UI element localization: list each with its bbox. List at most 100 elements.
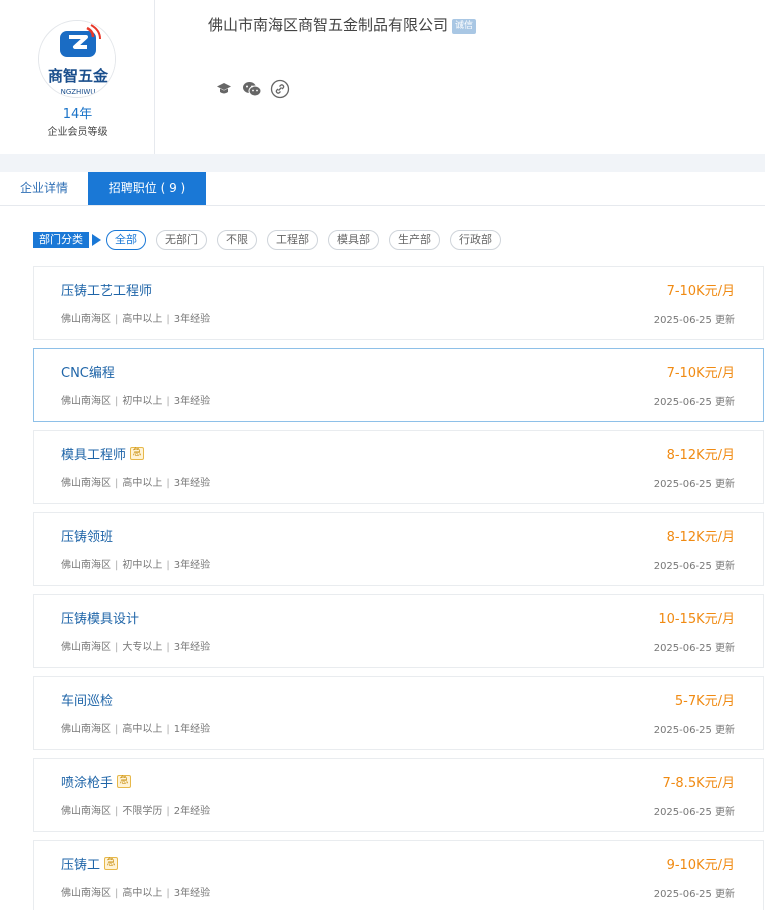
job-salary: 9-10K元/月 xyxy=(666,858,735,873)
job-salary: 7-10K元/月 xyxy=(666,366,735,381)
job-title[interactable]: CNC编程 xyxy=(61,362,115,381)
filter-chip-engineering[interactable]: 工程部 xyxy=(267,230,318,250)
job-location: 佛山南海区 xyxy=(61,478,111,489)
link-icon[interactable] xyxy=(270,79,290,99)
company-header: 商智五金 NGZHIWU 14年 企业会员等级 佛山市南海区商智五金制品有限公司… xyxy=(0,0,765,154)
job-education: 初中以上 xyxy=(122,560,163,571)
job-experience: 3年经验 xyxy=(173,396,211,407)
filter-chip-no-department[interactable]: 无部门 xyxy=(156,230,207,250)
urgent-tag: 急 xyxy=(130,447,145,460)
filter-label: 部门分类 xyxy=(33,232,89,248)
job-card[interactable]: 压铸领班 佛山南海区 | 初中以上 | 3年经验 8-12K元/月 2025-06-25… xyxy=(33,512,764,586)
meta-separator: | xyxy=(115,888,119,899)
job-education: 高中以上 xyxy=(122,724,163,735)
urgent-tag: 急 xyxy=(104,857,119,870)
job-experience: 3年经验 xyxy=(173,642,211,653)
job-title[interactable]: 压铸领班 xyxy=(61,526,113,545)
job-title-text: 压铸领班 xyxy=(61,530,114,545)
job-meta: 佛山南海区 | 不限学历 | 2年经验 xyxy=(61,802,210,817)
section-divider xyxy=(0,154,765,172)
job-salary: 5-7K元/月 xyxy=(674,694,735,709)
member-level-label: 企业会员等级 xyxy=(47,127,108,138)
job-experience: 3年经验 xyxy=(173,478,211,489)
job-title[interactable]: 压铸工艺工程师 xyxy=(61,280,152,299)
job-updated-date: 2025-06-25 更新 xyxy=(653,807,735,818)
urgent-tag: 急 xyxy=(117,775,132,788)
verified-badge: 诚信 xyxy=(452,19,477,34)
job-title[interactable]: 压铸模具设计 xyxy=(61,608,139,627)
social-links xyxy=(214,79,290,99)
job-updated-date: 2025-06-25 更新 xyxy=(653,643,735,654)
job-title[interactable]: 车间巡检 xyxy=(61,690,113,709)
job-education: 初中以上 xyxy=(122,396,163,407)
job-updated-date: 2025-06-25 更新 xyxy=(653,397,735,408)
meta-separator: | xyxy=(115,478,119,489)
meta-separator: | xyxy=(166,724,170,735)
job-card[interactable]: CNC编程 佛山南海区 | 初中以上 | 3年经验 7-10K元/月 2025-06-2… xyxy=(33,348,764,422)
job-location: 佛山南海区 xyxy=(61,314,111,325)
department-filter: 部门分类 全部 无部门 不限 工程部 模具部 生产部 行政部 xyxy=(33,230,511,250)
job-title-text: 模具工程师 xyxy=(61,448,127,463)
tab-job-openings[interactable]: 招聘职位 ( 9 ) xyxy=(88,172,206,205)
meta-separator: | xyxy=(115,642,119,653)
job-education: 高中以上 xyxy=(122,478,163,489)
filter-chip-production[interactable]: 生产部 xyxy=(389,230,440,250)
job-title-text: 压铸工 xyxy=(61,858,101,873)
job-updated-date: 2025-06-25 更新 xyxy=(653,725,735,736)
meta-separator: | xyxy=(166,314,170,325)
job-updated-date: 2025-06-25 更新 xyxy=(653,561,735,572)
job-meta: 佛山南海区 | 高中以上 | 3年经验 xyxy=(61,474,210,489)
job-experience: 3年经验 xyxy=(173,560,211,571)
job-education: 高中以上 xyxy=(122,314,163,325)
meta-separator: | xyxy=(166,642,170,653)
job-salary: 7-10K元/月 xyxy=(666,284,735,299)
job-location: 佛山南海区 xyxy=(61,560,111,571)
tab-bar: 企业详情 招聘职位 ( 9 ) xyxy=(0,172,765,206)
job-updated-date: 2025-06-25 更新 xyxy=(653,479,735,490)
job-title[interactable]: 模具工程师急 xyxy=(61,444,145,463)
job-card[interactable]: 车间巡检 佛山南海区 | 高中以上 | 1年经验 5-7K元/月 2025-06-25 … xyxy=(33,676,764,750)
company-logo[interactable]: 商智五金 NGZHIWU xyxy=(38,20,116,98)
meta-separator: | xyxy=(166,560,170,571)
job-title[interactable]: 喷涂枪手急 xyxy=(61,772,132,791)
job-card[interactable]: 压铸工急 佛山南海区 | 高中以上 | 3年经验 9-10K元/月 2025-06-25… xyxy=(33,840,764,910)
company-name: 佛山市南海区商智五金制品有限公司 诚信 xyxy=(208,14,477,35)
job-experience: 3年经验 xyxy=(173,314,211,325)
job-title[interactable]: 压铸工急 xyxy=(61,854,119,873)
member-years: 14年 xyxy=(62,107,93,122)
company-name-text: 佛山市南海区商智五金制品有限公司 xyxy=(208,16,449,34)
meta-separator: | xyxy=(115,560,119,571)
job-meta: 佛山南海区 | 高中以上 | 3年经验 xyxy=(61,884,210,899)
meta-separator: | xyxy=(115,314,119,325)
job-salary: 7-8.5K元/月 xyxy=(662,776,735,791)
meta-separator: | xyxy=(115,396,119,407)
filter-chip-admin[interactable]: 行政部 xyxy=(450,230,501,250)
meta-separator: | xyxy=(166,396,170,407)
filter-chip-all[interactable]: 全部 xyxy=(106,230,146,250)
triangle-right-icon xyxy=(92,234,101,246)
job-updated-date: 2025-06-25 更新 xyxy=(653,315,735,326)
meta-separator: | xyxy=(115,806,119,817)
graduation-cap-icon[interactable] xyxy=(214,79,234,99)
filter-chip-any[interactable]: 不限 xyxy=(217,230,257,250)
job-card[interactable]: 压铸模具设计 佛山南海区 | 大专以上 | 3年经验 10-15K元/月 2025-06… xyxy=(33,594,764,668)
job-card[interactable]: 喷涂枪手急 佛山南海区 | 不限学历 | 2年经验 7-8.5K元/月 2025-06-… xyxy=(33,758,764,832)
job-meta: 佛山南海区 | 大专以上 | 3年经验 xyxy=(61,638,210,653)
job-title-text: 喷涂枪手 xyxy=(61,776,114,791)
wechat-icon[interactable] xyxy=(242,79,262,99)
job-location: 佛山南海区 xyxy=(61,806,111,817)
job-card[interactable]: 模具工程师急 佛山南海区 | 高中以上 | 3年经验 8-12K元/月 2025-06-… xyxy=(33,430,764,504)
job-education: 不限学历 xyxy=(122,806,163,817)
job-location: 佛山南海区 xyxy=(61,724,111,735)
job-salary: 8-12K元/月 xyxy=(666,530,735,545)
meta-separator: | xyxy=(166,478,170,489)
job-location: 佛山南海区 xyxy=(61,888,111,899)
tab-company-details[interactable]: 企业详情 xyxy=(0,172,88,205)
meta-separator: | xyxy=(115,724,119,735)
job-card[interactable]: 压铸工艺工程师 佛山南海区 | 高中以上 | 3年经验 7-10K元/月 2025-06… xyxy=(33,266,764,340)
job-salary: 10-15K元/月 xyxy=(658,612,735,627)
job-experience: 1年经验 xyxy=(173,724,211,735)
filter-chip-mold[interactable]: 模具部 xyxy=(328,230,379,250)
job-updated-date: 2025-06-25 更新 xyxy=(653,889,735,900)
meta-separator: | xyxy=(166,806,170,817)
